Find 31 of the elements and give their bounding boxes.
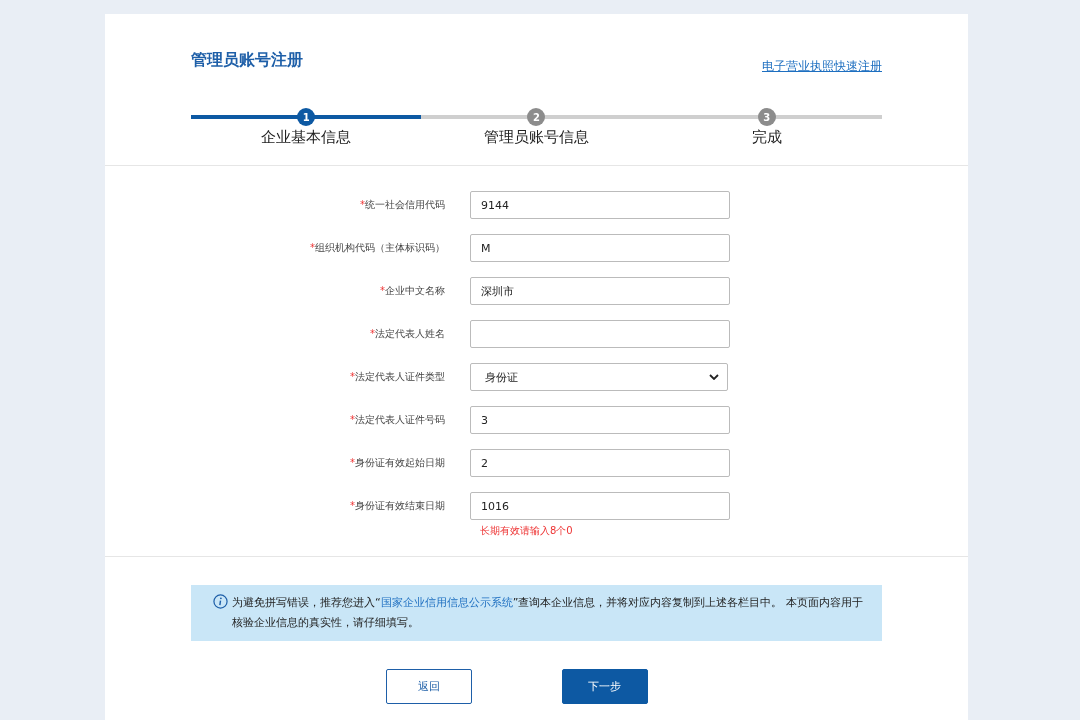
quick-register-link[interactable]: 电子营业执照快速注册 — [762, 58, 882, 75]
field-label: *组织机构代码（主体标识码） — [309, 241, 446, 255]
hint-text: 长期有效请输入8个0 — [479, 524, 574, 538]
field-label: *企业中文名称 — [379, 284, 446, 298]
input-field[interactable] — [470, 320, 730, 348]
field-label: *法定代表人姓名 — [369, 327, 446, 341]
input-field[interactable]: 3 — [470, 406, 730, 434]
input-field[interactable]: 9144 — [470, 191, 730, 219]
notice-text: 为避免拼写错误，推荐您进入“国家企业信用信息公示系统”查询本企业信息，并将对应内容复制到上述各栏目中。 本页面内容用于核验企业信息的真实性，请仔细填写。 — [232, 595, 864, 631]
step-number: 3 — [757, 108, 776, 126]
step-number: 1 — [297, 108, 316, 126]
input-field[interactable]: M — [470, 234, 730, 262]
back-button[interactable]: 返回 — [385, 669, 472, 704]
step-label: 管理员账号信息 — [484, 128, 589, 147]
step-label: 完成 — [751, 128, 782, 147]
field-label: *法定代表人证件类型 — [349, 370, 446, 384]
id-type-dropdown[interactable]: 身份证 — [470, 363, 728, 391]
caret-icon — [709, 374, 719, 380]
input-field[interactable]: 2 — [470, 449, 730, 477]
field-label: *统一社会信用代码 — [359, 198, 446, 212]
page-title: 管理员账号注册 — [191, 50, 303, 71]
info-icon — [213, 594, 228, 609]
input-field[interactable]: 深圳市 — [470, 277, 730, 305]
field-label: *身份证有效起始日期 — [349, 456, 446, 470]
next-button[interactable]: 下一步 — [561, 669, 648, 704]
step-number: 2 — [527, 108, 546, 126]
credit-system-link[interactable]: 国家企业信用信息公示系统 — [380, 596, 513, 609]
field-label: *法定代表人证件号码 — [349, 413, 446, 427]
field-label: *身份证有效结束日期 — [349, 499, 446, 513]
step-label: 企业基本信息 — [261, 128, 352, 147]
input-field[interactable]: 1016 — [470, 492, 730, 520]
